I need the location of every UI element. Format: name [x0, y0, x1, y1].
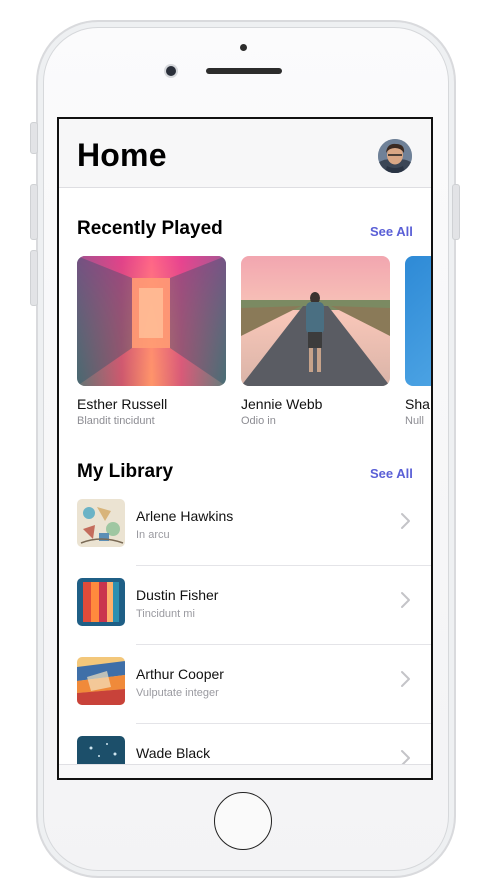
- recently-played-card[interactable]: Jennie Webb Odio in: [241, 256, 390, 427]
- page-title: Home: [77, 137, 167, 173]
- chevron-right-icon: [401, 592, 410, 608]
- front-camera: [166, 66, 176, 76]
- power-button: [452, 184, 460, 240]
- navigation-bar: Home: [59, 119, 431, 188]
- profile-avatar[interactable]: [378, 139, 412, 173]
- earpiece-speaker: [206, 68, 282, 74]
- recently-played-heading: Recently Played: [77, 218, 223, 239]
- my-library-see-all-link[interactable]: See All: [370, 466, 413, 481]
- album-art: [241, 256, 390, 386]
- card-title: Sha: [405, 396, 430, 412]
- volume-down-button: [30, 250, 38, 306]
- recently-played-card[interactable]: Sha Null: [405, 256, 431, 427]
- card-subtitle: Odio in: [241, 415, 276, 427]
- home-button[interactable]: [214, 792, 272, 850]
- album-art: [405, 256, 431, 386]
- card-subtitle: Null: [405, 415, 424, 427]
- my-library-heading: My Library: [77, 461, 174, 482]
- row-separator: [136, 723, 431, 724]
- proximity-sensor: [240, 44, 247, 51]
- item-subtitle: Tincidunt mi: [136, 608, 195, 620]
- item-subtitle: In arcu: [136, 529, 170, 541]
- item-thumbnail: [77, 499, 125, 547]
- item-title: Dustin Fisher: [136, 587, 219, 603]
- row-separator: [136, 644, 431, 645]
- card-title: Esther Russell: [77, 396, 168, 412]
- chevron-right-icon: [401, 513, 410, 529]
- library-list-item[interactable]: Arlene Hawkins In arcu: [77, 499, 431, 578]
- library-list-item[interactable]: Arthur Cooper Vulputate integer: [77, 657, 431, 736]
- item-thumbnail: [77, 578, 125, 626]
- item-thumbnail: [77, 657, 125, 705]
- item-subtitle: Vulputate integer: [136, 687, 219, 699]
- card-subtitle: Blandit tincidunt: [77, 415, 155, 427]
- tab-bar: [59, 764, 431, 778]
- volume-up-button: [30, 184, 38, 240]
- library-list-item[interactable]: Dustin Fisher Tincidunt mi: [77, 578, 431, 657]
- album-art: [77, 256, 226, 386]
- item-title: Arthur Cooper: [136, 666, 224, 682]
- item-title: Wade Black: [136, 745, 211, 761]
- recently-played-card[interactable]: Esther Russell Blandit tincidunt: [77, 256, 226, 427]
- app-screen: Home Recently Played See All Esther Russ…: [57, 117, 433, 780]
- row-separator: [136, 565, 431, 566]
- chevron-right-icon: [401, 671, 410, 687]
- mute-switch: [30, 122, 38, 154]
- card-title: Jennie Webb: [241, 396, 323, 412]
- recently-played-see-all-link[interactable]: See All: [370, 224, 413, 239]
- item-title: Arlene Hawkins: [136, 508, 234, 524]
